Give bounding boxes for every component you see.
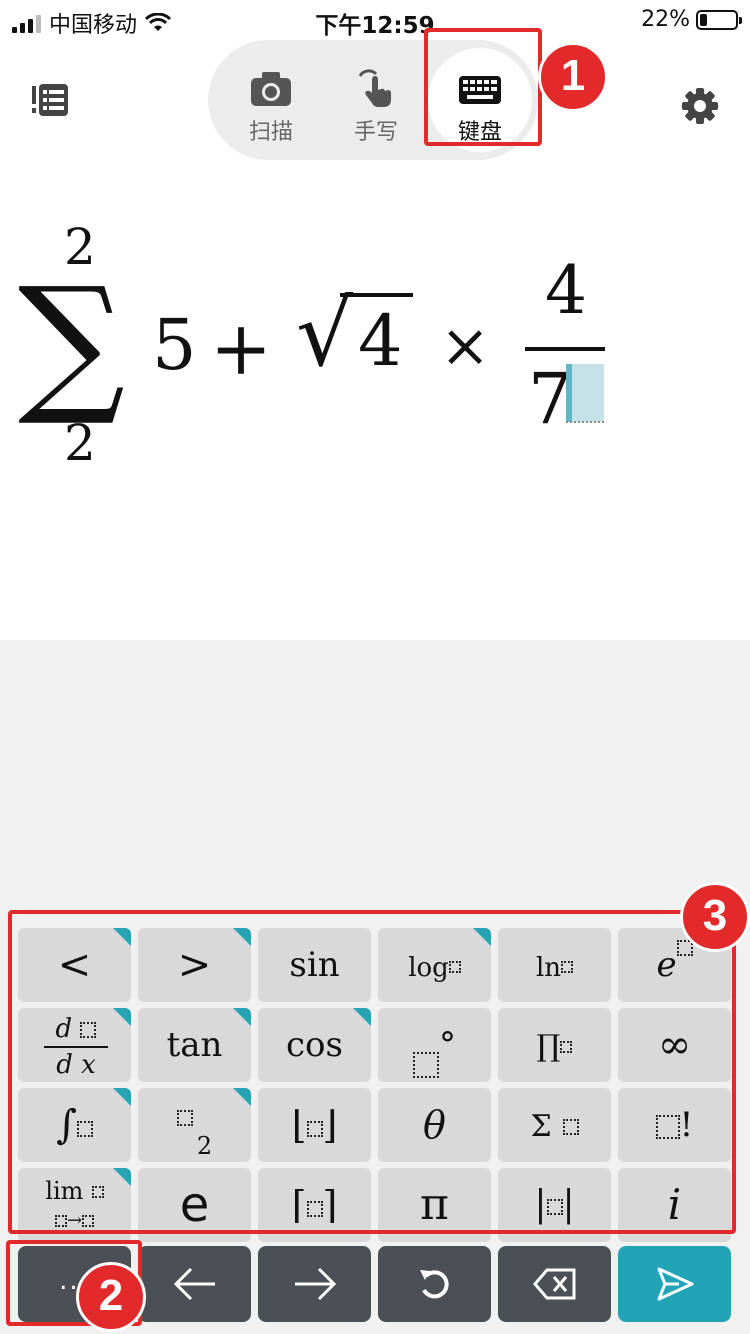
sum-lower-limit: 2: [64, 414, 96, 472]
status-bar: 中国移动 下午12:59 22%: [0, 0, 750, 40]
plus-operator: +: [210, 306, 273, 392]
annotation-badge-3: 3: [680, 882, 750, 952]
status-time: 下午12:59: [315, 13, 435, 39]
undo-icon: [419, 1270, 449, 1299]
input-cursor: [566, 364, 604, 422]
arrow-left-icon: [173, 1267, 215, 1301]
formula-display[interactable]: 2 ∑ 2 5 + √ 4 × 4 7: [0, 170, 750, 640]
times-operator: ×: [440, 311, 491, 381]
backspace-button[interactable]: [498, 1246, 611, 1322]
cursor-left-button[interactable]: [138, 1246, 251, 1322]
status-right: 22%: [641, 7, 742, 32]
cursor-placeholder: [566, 421, 604, 423]
hand-pointer-icon: [358, 69, 391, 107]
mode-scan-label: 扫描: [248, 120, 293, 145]
battery-icon: [696, 9, 742, 30]
mode-handwrite-tab[interactable]: 手写: [323, 40, 429, 160]
cursor-right-button[interactable]: [258, 1246, 371, 1322]
history-list-button[interactable]: [30, 82, 70, 118]
sqrt-radicand: 4: [358, 300, 403, 382]
fraction-bar: [525, 347, 605, 351]
term-five: 5: [152, 304, 197, 386]
mode-scan-tab[interactable]: 扫描: [218, 40, 324, 160]
battery-percent: 22%: [641, 7, 690, 32]
fraction-numerator: 4: [545, 252, 587, 329]
settings-button[interactable]: [680, 86, 720, 126]
sqrt-vinculum: [340, 293, 413, 297]
gear-icon: [682, 88, 718, 124]
mode-handwrite-label: 手写: [353, 120, 398, 145]
sqrt-symbol: √: [296, 282, 354, 387]
annotation-box-keyboard-mode: [424, 28, 542, 146]
annotation-badge-2: 2: [76, 1262, 146, 1332]
annotation-badge-1: 1: [538, 42, 608, 112]
arrow-right-icon: [294, 1267, 336, 1301]
submit-button[interactable]: [618, 1246, 731, 1322]
annotation-box-function-keys: [8, 910, 736, 1234]
sum-symbol: ∑: [18, 256, 126, 430]
backspace-icon: [532, 1268, 575, 1300]
send-icon: [657, 1267, 693, 1301]
list-icon: [32, 84, 68, 116]
undo-button[interactable]: [378, 1246, 491, 1322]
camera-icon: [251, 72, 291, 106]
